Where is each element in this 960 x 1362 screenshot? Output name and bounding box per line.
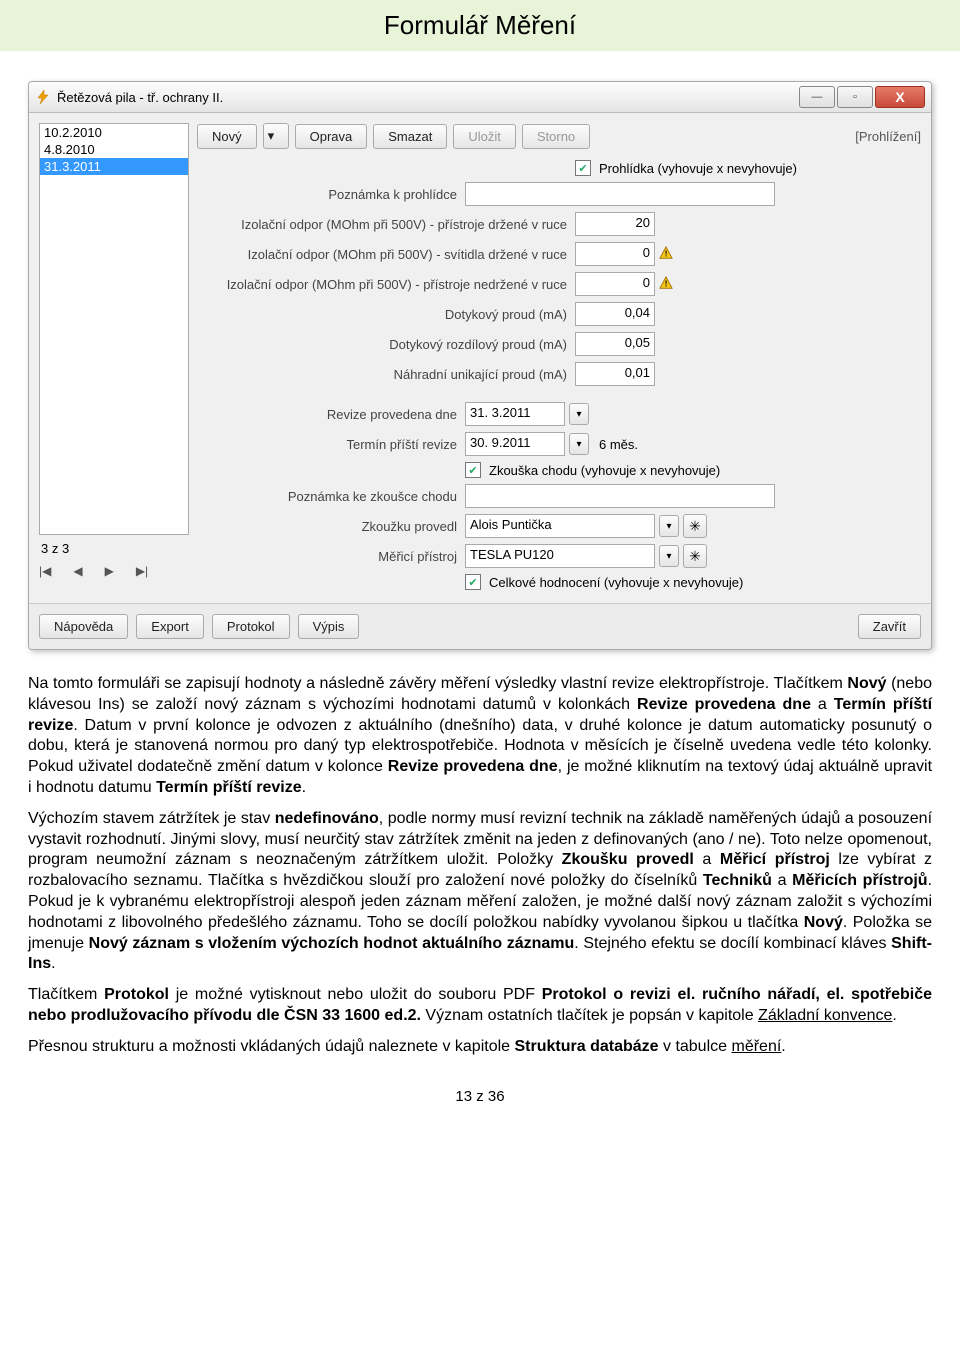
zkousku-new-button[interactable]: ✳	[683, 514, 707, 538]
list-item[interactable]: 10.2.2010	[40, 124, 188, 141]
date-dropdown-button[interactable]: ▾	[569, 433, 589, 455]
list-item[interactable]: 4.8.2010	[40, 141, 188, 158]
storno-button[interactable]: Storno	[522, 124, 590, 149]
celkove-checkbox[interactable]: ✔	[465, 574, 481, 590]
dot-label: Dotykový proud (mA)	[197, 307, 575, 322]
app-icon	[35, 89, 51, 105]
page-footer: 13 z 36	[0, 1068, 960, 1125]
maximize-button[interactable]: ▫	[837, 86, 873, 108]
zkousku-input[interactable]: Alois Puntička	[465, 514, 655, 538]
poznamka-zk-label: Poznámka ke zkoušce chodu	[197, 489, 465, 504]
smazat-button[interactable]: Smazat	[373, 124, 447, 149]
poznamka-zk-input[interactable]	[465, 484, 775, 508]
zakladni-konvence-link[interactable]: Základní konvence	[758, 1007, 892, 1024]
nahr-label: Náhradní unikající proud (mA)	[197, 367, 575, 382]
termin-label: Termín příští revize	[197, 437, 465, 452]
window-titlebar: Řetězová pila - tř. ochrany II. — ▫ X	[29, 82, 931, 113]
zavrit-button[interactable]: Zavřít	[858, 614, 921, 639]
izo3-input[interactable]: 0	[575, 272, 655, 296]
termin-months-label: 6 měs.	[599, 437, 638, 452]
description-text: Na tomto formuláři se zapisují hodnoty a…	[28, 674, 932, 1058]
poznamka-label: Poznámka k prohlídce	[197, 187, 465, 202]
warning-icon: !	[659, 246, 673, 263]
list-item[interactable]: 31.3.2011	[40, 158, 188, 175]
dotroz-input[interactable]: 0,05	[575, 332, 655, 356]
close-button[interactable]: X	[875, 86, 925, 108]
izo2-input[interactable]: 0	[575, 242, 655, 266]
merici-dropdown-button[interactable]: ▾	[659, 545, 679, 567]
zkouska-checkbox[interactable]: ✔	[465, 462, 481, 478]
minimize-button[interactable]: —	[799, 86, 835, 108]
izo1-input[interactable]: 20	[575, 212, 655, 236]
export-button[interactable]: Export	[136, 614, 204, 639]
window-title: Řetězová pila - tř. ochrany II.	[57, 90, 799, 105]
dotroz-label: Dotykový rozdílový proud (mA)	[197, 337, 575, 352]
merici-input[interactable]: TESLA PU120	[465, 544, 655, 568]
date-listbox[interactable]: 10.2.2010 4.8.2010 31.3.2011	[39, 123, 189, 535]
oprava-button[interactable]: Oprava	[295, 124, 368, 149]
warning-icon: !	[659, 276, 673, 293]
poznamka-input[interactable]	[465, 182, 775, 206]
revize-dne-label: Revize provedena dne	[197, 407, 465, 422]
vypis-button[interactable]: Výpis	[298, 614, 360, 639]
prohlidka-checkbox[interactable]: ✔	[575, 160, 591, 176]
revize-dne-input[interactable]: 31. 3.2011	[465, 402, 565, 426]
svg-text:!: !	[665, 249, 668, 258]
nav-first-button[interactable]: |◀	[39, 564, 51, 578]
novy-button[interactable]: Nový	[197, 124, 257, 149]
izo3-label: Izolační odpor (MOhm při 500V) - přístro…	[197, 277, 575, 292]
prohlidka-label: Prohlídka (vyhovuje x nevyhovuje)	[599, 161, 797, 176]
izo1-label: Izolační odpor (MOhm při 500V) - přístro…	[197, 217, 575, 232]
napoveda-button[interactable]: Nápověda	[39, 614, 128, 639]
bottom-toolbar: Nápověda Export Protokol Výpis Zavřít	[29, 603, 931, 649]
termin-input[interactable]: 30. 9.2011	[465, 432, 565, 456]
ulozit-button[interactable]: Uložit	[453, 124, 516, 149]
app-window: Řetězová pila - tř. ochrany II. — ▫ X 10…	[28, 81, 932, 650]
mode-label: [Prohlížení]	[855, 129, 921, 144]
dot-input[interactable]: 0,04	[575, 302, 655, 326]
merici-label: Měřicí přístroj	[197, 549, 465, 564]
nav-last-button[interactable]: ▶|	[136, 564, 148, 578]
mereni-link[interactable]: měření	[731, 1038, 781, 1055]
zkouska-label: Zkouška chodu (vyhovuje x nevyhovuje)	[489, 463, 720, 478]
nav-next-button[interactable]: ▶	[105, 564, 114, 578]
svg-text:!: !	[665, 279, 668, 288]
merici-new-button[interactable]: ✳	[683, 544, 707, 568]
page-title: Formulář Měření	[0, 0, 960, 51]
protokol-button[interactable]: Protokol	[212, 614, 290, 639]
nahr-input[interactable]: 0,01	[575, 362, 655, 386]
novy-dropdown-button[interactable]: ▾	[263, 123, 289, 149]
izo2-label: Izolační odpor (MOhm při 500V) - svítidl…	[197, 247, 575, 262]
celkove-label: Celkové hodnocení (vyhovuje x nevyhovuje…	[489, 575, 743, 590]
zkousku-label: Zkoužku provedl	[197, 519, 465, 534]
toolbar: Nový ▾ Oprava Smazat Uložit Storno [Proh…	[197, 123, 921, 149]
zkousku-dropdown-button[interactable]: ▾	[659, 515, 679, 537]
nav-prev-button[interactable]: ◀	[73, 564, 82, 578]
record-counter: 3 z 3	[39, 535, 189, 562]
date-dropdown-button[interactable]: ▾	[569, 403, 589, 425]
